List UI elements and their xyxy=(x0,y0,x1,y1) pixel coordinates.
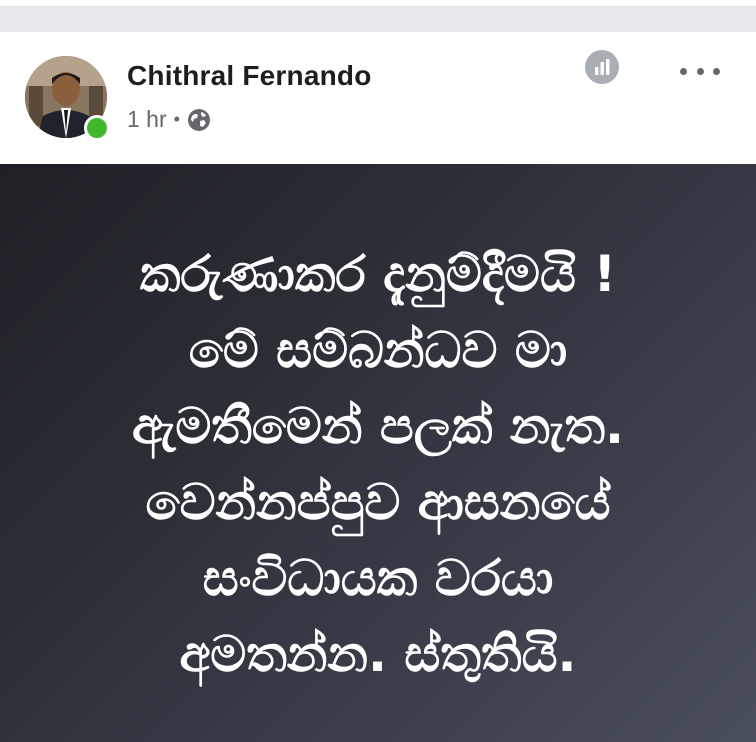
post-body-background: කරුණාකර දැනුම්දීමයි ! මේ සම්බන්ධව මා ඇමත… xyxy=(0,164,756,742)
facebook-post-screenshot: Chithral Fernando 1 hr • කරුණාකර දැනුම්ද… xyxy=(0,0,756,742)
more-dot-icon xyxy=(680,67,687,75)
post-text-line: මේ සම්බන්ධව මා xyxy=(188,321,568,379)
more-horizontal-icon[interactable] xyxy=(680,60,720,82)
more-dot-icon xyxy=(696,67,704,75)
post-text-line: වෙන්නප්පුව ආසනයේ xyxy=(145,473,611,531)
bar-chart-icon[interactable] xyxy=(585,50,619,84)
post-text-line: සංවිධායක වරයා xyxy=(202,549,554,607)
post-timestamp[interactable]: 1 hr xyxy=(127,106,167,133)
post-text-line: කරුණාකර දැනුම්දීමයි ! xyxy=(139,245,617,303)
globe-icon[interactable] xyxy=(187,108,211,132)
post-text: කරුණාකර දැනුම්දීමයි ! මේ සම්බන්ධව මා ඇමත… xyxy=(18,236,738,692)
top-separator-band xyxy=(0,0,756,32)
author-name[interactable]: Chithral Fernando xyxy=(127,60,372,92)
post-header: Chithral Fernando 1 hr • xyxy=(0,32,756,164)
post-text-line: ඇමතීමෙන් පලක් නැත. xyxy=(131,397,625,455)
more-dot-icon xyxy=(713,67,720,75)
post-meta: 1 hr • xyxy=(127,106,211,133)
online-status-indicator xyxy=(84,115,110,141)
meta-separator: • xyxy=(173,109,180,129)
post-text-line: අමතන්න. ස්තුතියි. xyxy=(179,625,577,683)
